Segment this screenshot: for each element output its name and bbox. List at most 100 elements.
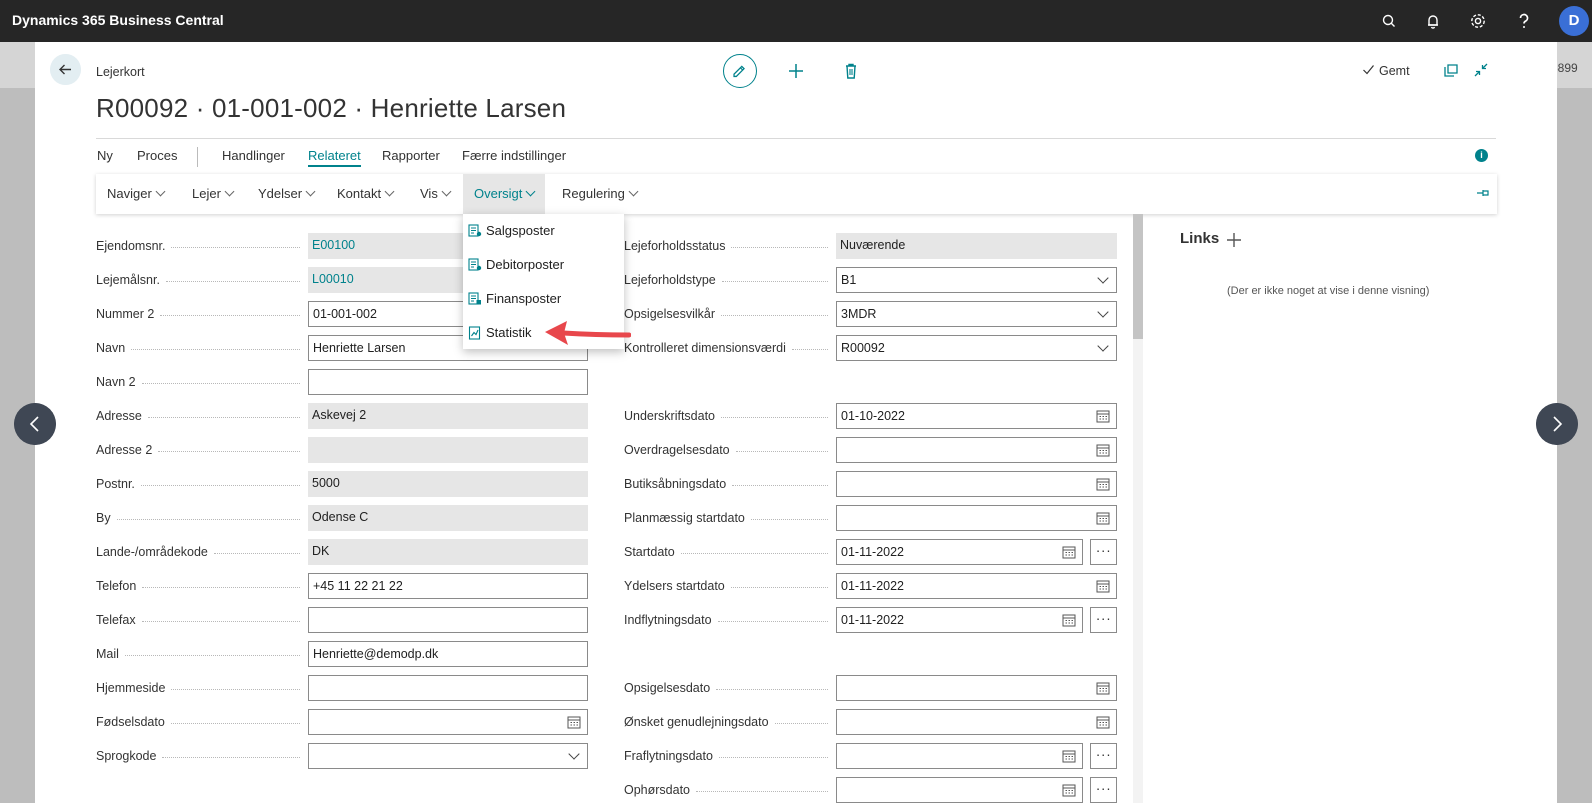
field-foedselsdato[interactable] bbox=[308, 709, 588, 735]
field-telefax[interactable] bbox=[308, 607, 588, 633]
chevron-down-icon[interactable] bbox=[1097, 272, 1109, 284]
calendar-icon[interactable] bbox=[1062, 545, 1076, 559]
submenu-regulering-label: Regulering bbox=[562, 186, 625, 201]
tab-relateret[interactable]: Relateret bbox=[308, 148, 361, 167]
menu-item-debitorposter[interactable]: Debitorposter bbox=[463, 248, 624, 282]
info-icon[interactable]: i bbox=[1475, 149, 1488, 162]
calendar-icon[interactable] bbox=[567, 715, 581, 729]
field-mail[interactable]: Henriette@demodp.dk bbox=[308, 641, 588, 667]
field-oensket-genudlejningsdato[interactable] bbox=[836, 709, 1117, 735]
field-indflytningsdato[interactable]: 01-11-2022 bbox=[836, 607, 1083, 633]
user-avatar[interactable]: D bbox=[1559, 6, 1589, 36]
back-button[interactable] bbox=[50, 54, 81, 85]
ledger-entries-icon bbox=[468, 224, 482, 237]
calendar-icon[interactable] bbox=[1096, 477, 1110, 491]
tab-handlinger[interactable]: Handlinger bbox=[222, 148, 285, 163]
submenu-naviger-label: Naviger bbox=[107, 186, 152, 201]
more-options-button[interactable]: ··· bbox=[1090, 539, 1117, 565]
tab-faerre-indstillinger[interactable]: Færre indstillinger bbox=[462, 148, 566, 163]
field-telefon[interactable]: +45 11 22 21 22 bbox=[308, 573, 588, 599]
field-indflytningsdato-value: 01-11-2022 bbox=[841, 613, 905, 627]
field-ophoersdato[interactable] bbox=[836, 777, 1083, 803]
field-adresse-value: Askevej 2 bbox=[312, 408, 367, 422]
more-options-button[interactable]: ··· bbox=[1090, 777, 1117, 803]
label-leader-dots bbox=[117, 519, 300, 520]
gear-icon[interactable] bbox=[1467, 10, 1489, 32]
calendar-icon[interactable] bbox=[1096, 511, 1110, 525]
field-opsigelsesvilkaar-value: 3MDR bbox=[841, 307, 877, 321]
submenu-kontakt[interactable]: Kontakt bbox=[326, 174, 404, 214]
delete-trash-icon[interactable] bbox=[841, 61, 861, 81]
field-overdragelsesdato[interactable] bbox=[836, 437, 1117, 463]
edit-button[interactable] bbox=[723, 54, 757, 88]
field-lejeforholdsstatus: Nuværende bbox=[836, 233, 1117, 259]
field-planmaessig-startdato[interactable] bbox=[836, 505, 1117, 531]
app-title[interactable]: Dynamics 365 Business Central bbox=[12, 12, 224, 28]
more-options-button[interactable]: ··· bbox=[1090, 607, 1117, 633]
submenu-lejer[interactable]: Lejer bbox=[181, 174, 244, 214]
menu-item-salgsposter[interactable]: Salgsposter bbox=[463, 214, 624, 248]
new-plus-icon[interactable] bbox=[786, 61, 806, 81]
field-navn-2[interactable] bbox=[308, 369, 588, 395]
open-new-window-icon[interactable] bbox=[1443, 62, 1459, 78]
submenu-oversigt[interactable]: Oversigt bbox=[463, 174, 546, 214]
calendar-icon[interactable] bbox=[1096, 579, 1110, 593]
chevron-down-icon[interactable] bbox=[1097, 340, 1109, 352]
label-leader-dots bbox=[148, 417, 300, 418]
field-sprogkode[interactable] bbox=[308, 743, 588, 769]
field-butiksaabningsdato[interactable] bbox=[836, 471, 1117, 497]
field-lande-omraadekode: DK bbox=[308, 539, 588, 565]
label-by: By bbox=[96, 511, 111, 525]
label-leader-dots bbox=[722, 281, 828, 282]
previous-record-button[interactable] bbox=[14, 403, 56, 445]
chevron-down-icon[interactable] bbox=[1097, 306, 1109, 318]
tab-proces[interactable]: Proces bbox=[137, 148, 177, 163]
field-opsigelsesvilkaar[interactable]: 3MDR bbox=[836, 301, 1117, 327]
calendar-icon[interactable] bbox=[1096, 681, 1110, 695]
submenu-vis[interactable]: Vis bbox=[409, 174, 461, 214]
next-record-button[interactable] bbox=[1536, 403, 1578, 445]
scrollbar-thumb[interactable] bbox=[1133, 214, 1143, 339]
chevron-down-icon bbox=[628, 186, 639, 197]
submenu-bar: Naviger Lejer Ydelser Kontakt Vis Oversi… bbox=[96, 174, 1497, 214]
pin-icon[interactable] bbox=[1475, 186, 1491, 200]
tab-rapporter[interactable]: Rapporter bbox=[382, 148, 440, 163]
field-startdato[interactable]: 01-11-2022 bbox=[836, 539, 1083, 565]
calendar-icon[interactable] bbox=[1062, 783, 1076, 797]
field-lejeforholdstype[interactable]: B1 bbox=[836, 267, 1117, 293]
field-ydelsers-startdato[interactable]: 01-11-2022 bbox=[836, 573, 1117, 599]
bell-icon[interactable] bbox=[1422, 10, 1444, 32]
label-leader-dots bbox=[792, 349, 828, 350]
label-sprogkode: Sprogkode bbox=[96, 749, 157, 763]
chevron-down-icon bbox=[441, 186, 452, 197]
menu-item-finansposter[interactable]: Finansposter bbox=[463, 282, 624, 316]
calendar-icon[interactable] bbox=[1062, 749, 1076, 763]
label-leader-dots bbox=[142, 621, 300, 622]
calendar-icon[interactable] bbox=[1096, 715, 1110, 729]
field-underskriftsdato[interactable]: 01-10-2022 bbox=[836, 403, 1117, 429]
collapse-icon[interactable] bbox=[1473, 62, 1489, 78]
field-lejemaalsnr-value: L00010 bbox=[312, 272, 354, 286]
chevron-down-icon[interactable] bbox=[568, 748, 580, 760]
label-leader-dots bbox=[681, 553, 828, 554]
calendar-icon[interactable] bbox=[1096, 443, 1110, 457]
submenu-ydelser[interactable]: Ydelser bbox=[247, 174, 325, 214]
add-link-plus-icon[interactable] bbox=[1226, 232, 1242, 248]
field-fraflytningsdato[interactable] bbox=[836, 743, 1083, 769]
submenu-naviger[interactable]: Naviger bbox=[96, 174, 175, 214]
submenu-ydelser-label: Ydelser bbox=[258, 186, 303, 201]
label-leader-dots bbox=[718, 621, 828, 622]
calendar-icon[interactable] bbox=[1062, 613, 1076, 627]
field-opsigelsesdato[interactable] bbox=[836, 675, 1117, 701]
field-kontrolleret-dimensionsvaerdi[interactable]: R00092 bbox=[836, 335, 1117, 361]
tab-ny[interactable]: Ny bbox=[97, 148, 113, 163]
field-lejeforholdstype-value: B1 bbox=[841, 273, 857, 287]
field-postnr: 5000 bbox=[308, 471, 588, 497]
help-icon[interactable] bbox=[1513, 10, 1535, 32]
field-hjemmeside[interactable] bbox=[308, 675, 588, 701]
label-leader-dots bbox=[162, 757, 300, 758]
more-options-button[interactable]: ··· bbox=[1090, 743, 1117, 769]
calendar-icon[interactable] bbox=[1096, 409, 1110, 423]
search-icon[interactable] bbox=[1378, 10, 1400, 32]
submenu-regulering[interactable]: Regulering bbox=[551, 174, 648, 214]
